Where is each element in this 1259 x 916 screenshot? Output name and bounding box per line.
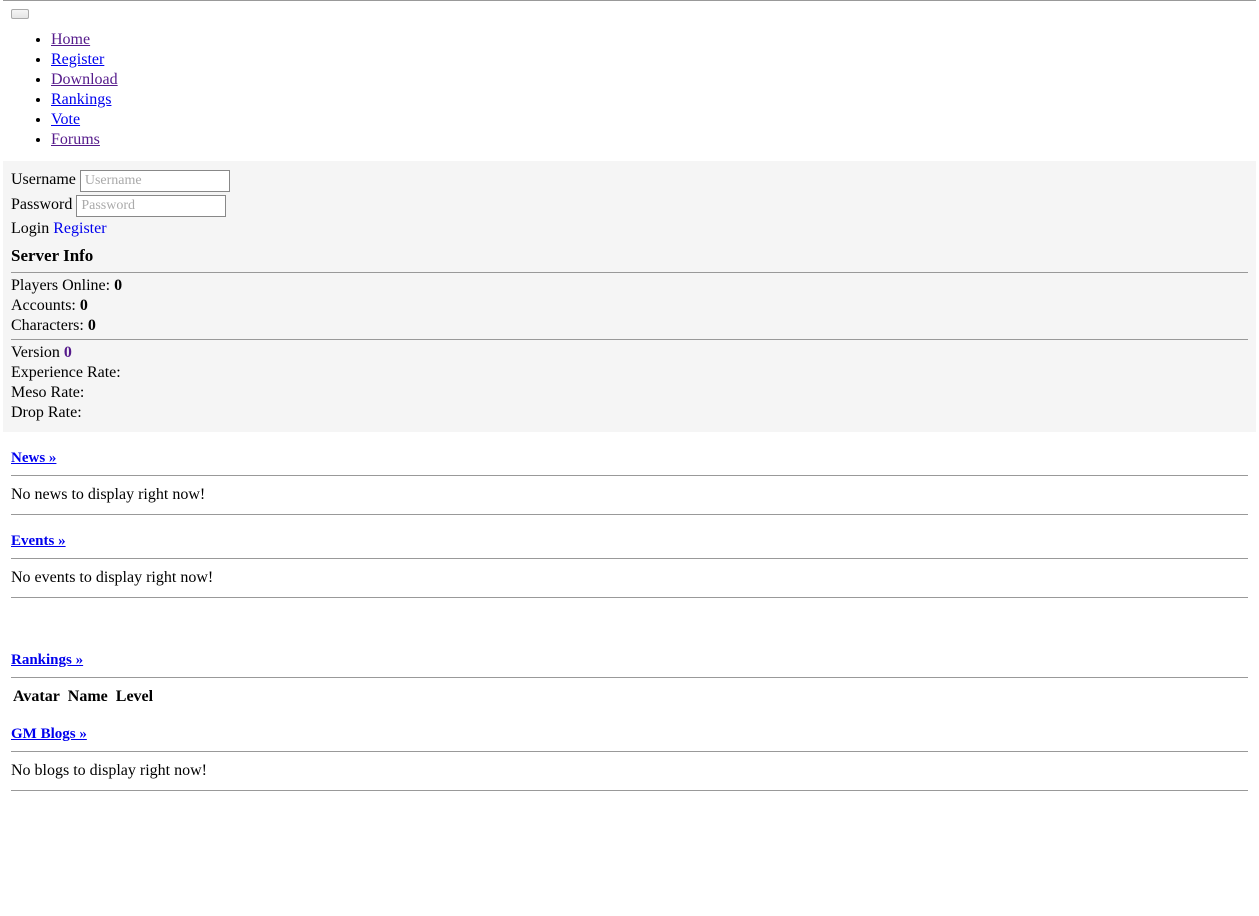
divider xyxy=(11,677,1248,678)
exp-rate-line: Experience Rate: xyxy=(11,364,1248,382)
col-avatar: Avatar xyxy=(11,686,66,708)
accounts-line: Accounts: 0 xyxy=(11,297,1248,315)
nav-link-vote[interactable]: Vote xyxy=(51,111,80,128)
news-heading: News » xyxy=(11,450,1248,467)
nav-link-home[interactable]: Home xyxy=(51,31,90,48)
divider xyxy=(11,790,1248,791)
nav-item-vote: Vote xyxy=(51,111,1256,129)
rankings-header-row: Avatar Name Level xyxy=(11,686,159,708)
gmblogs-link[interactable]: GM Blogs » xyxy=(11,726,87,742)
accounts-label: Accounts: xyxy=(11,297,80,314)
rankings-link[interactable]: Rankings » xyxy=(11,652,83,668)
divider xyxy=(11,558,1248,559)
news-empty: No news to display right now! xyxy=(11,486,1248,504)
divider xyxy=(11,597,1248,598)
divider xyxy=(11,339,1248,340)
nav-list: Home Register Download Rankings Vote For… xyxy=(3,31,1256,149)
accounts-value: 0 xyxy=(80,297,88,314)
events-link[interactable]: Events » xyxy=(11,533,66,549)
meso-rate-line: Meso Rate: xyxy=(11,384,1248,402)
page-container: Home Register Download Rankings Vote For… xyxy=(3,0,1256,791)
nav-link-register[interactable]: Register xyxy=(51,51,104,68)
nav-item-forums: Forums xyxy=(51,131,1256,149)
gmblogs-heading: GM Blogs » xyxy=(11,726,1248,743)
register-link[interactable]: Register xyxy=(53,220,106,237)
characters-label: Characters: xyxy=(11,317,88,334)
spacer xyxy=(11,606,1248,634)
divider xyxy=(11,272,1248,273)
nav-item-home: Home xyxy=(51,31,1256,49)
players-online-line: Players Online: 0 xyxy=(11,277,1248,295)
rankings-table: Avatar Name Level xyxy=(11,686,159,708)
username-input[interactable] xyxy=(80,170,230,192)
nav-link-rankings[interactable]: Rankings xyxy=(51,91,111,108)
nav-toggle-button[interactable] xyxy=(11,9,29,19)
username-row: Username xyxy=(11,170,1248,192)
events-empty: No events to display right now! xyxy=(11,569,1248,587)
divider xyxy=(11,475,1248,476)
nav-item-download: Download xyxy=(51,71,1256,89)
characters-line: Characters: 0 xyxy=(11,317,1248,335)
news-link[interactable]: News » xyxy=(11,450,56,466)
characters-value: 0 xyxy=(88,317,96,334)
login-action-row: Login Register xyxy=(11,220,1248,238)
password-row: Password xyxy=(11,195,1248,217)
content-section: News » No news to display right now! Eve… xyxy=(3,450,1256,791)
password-input[interactable] xyxy=(76,195,226,217)
login-text: Login xyxy=(11,220,49,237)
server-info-title: Server Info xyxy=(11,246,1248,266)
nav-item-rankings: Rankings xyxy=(51,91,1256,109)
drop-rate-line: Drop Rate: xyxy=(11,404,1248,422)
version-line: Version 0 xyxy=(11,344,1248,362)
nav-link-forums[interactable]: Forums xyxy=(51,131,100,148)
divider xyxy=(11,514,1248,515)
rankings-heading: Rankings » xyxy=(11,652,1248,669)
version-link[interactable]: 0 xyxy=(64,344,72,361)
nav-item-register: Register xyxy=(51,51,1256,69)
gmblogs-empty: No blogs to display right now! xyxy=(11,762,1248,780)
version-label: Version xyxy=(11,344,64,361)
col-level: Level xyxy=(114,686,159,708)
password-label: Password xyxy=(11,196,72,214)
username-label: Username xyxy=(11,171,76,189)
nav-link-download[interactable]: Download xyxy=(51,71,118,88)
events-heading: Events » xyxy=(11,533,1248,550)
col-name: Name xyxy=(66,686,114,708)
divider xyxy=(11,751,1248,752)
login-panel: Username Password Login Register Server … xyxy=(3,161,1256,432)
players-online-value: 0 xyxy=(114,277,122,294)
players-online-label: Players Online: xyxy=(11,277,114,294)
